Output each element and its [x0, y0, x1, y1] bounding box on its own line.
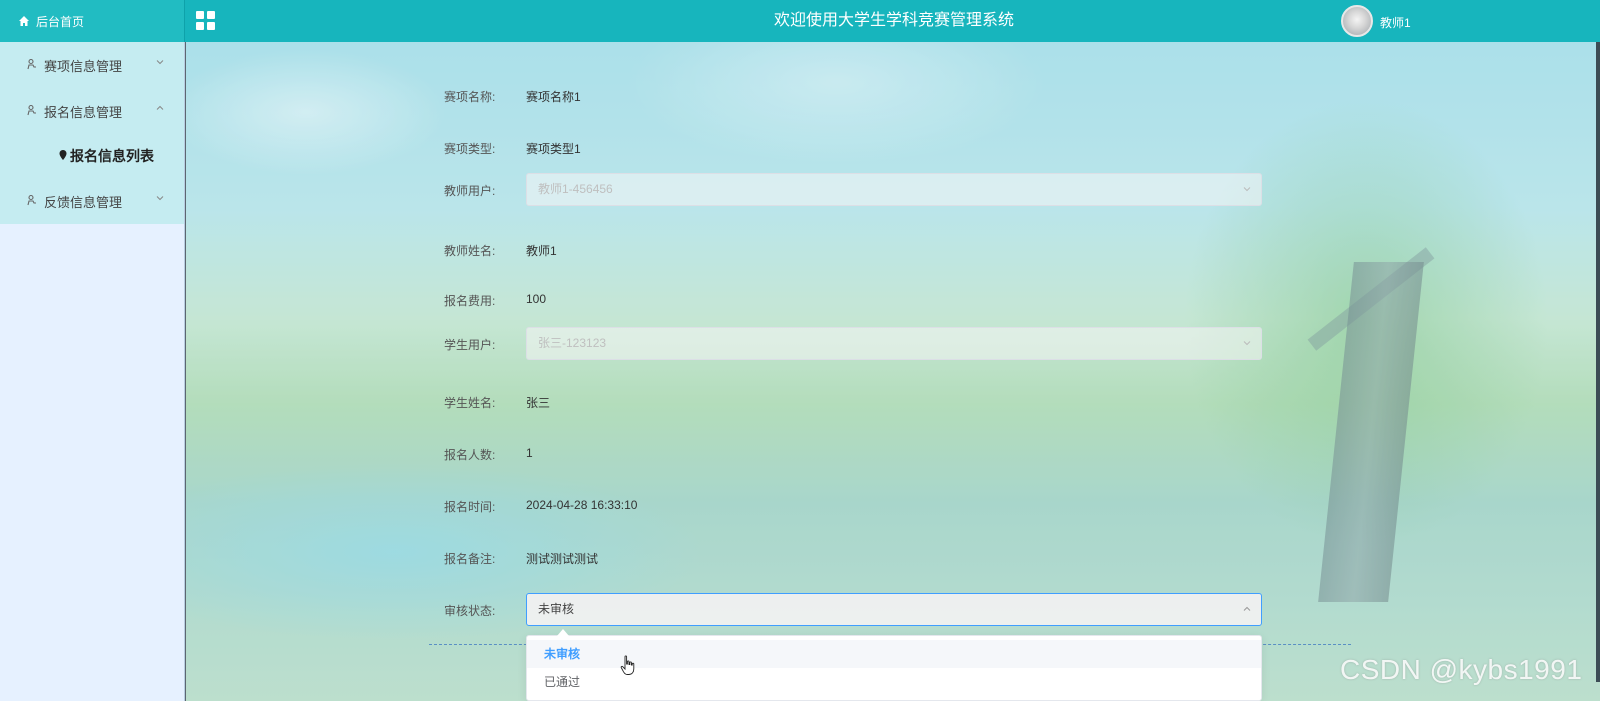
student-user-select-value: 张三-123123	[538, 336, 607, 350]
sidebar-item-registration-info[interactable]: 报名信息管理	[0, 88, 184, 134]
review-status-select[interactable]: 未审核	[526, 593, 1262, 626]
registration-detail-form: 赛项名称: 赛项名称1 赛项类型: 赛项类型1 教师用户: 教师1-456456…	[186, 42, 1600, 701]
field-label: 报名备注:	[444, 552, 496, 566]
chevron-down-icon	[1243, 187, 1251, 192]
field-label: 学生姓名:	[444, 396, 496, 410]
main-content: 赛项名称: 赛项名称1 赛项类型: 赛项类型1 教师用户: 教师1-456456…	[186, 42, 1600, 701]
user-icon	[26, 194, 38, 209]
form-row-review-status: 审核状态: 未审核	[186, 593, 1600, 627]
sidebar-item-label: 反馈信息管理	[44, 194, 123, 210]
sidebar-item-contest-info[interactable]: 赛项信息管理	[0, 42, 184, 88]
form-row-fee: 报名费用: 100	[186, 283, 1600, 317]
review-status-dropdown: 未审核 已通过	[526, 629, 1262, 701]
field-label: 报名人数:	[444, 448, 496, 462]
student-name-value: 张三	[526, 396, 551, 410]
sidebar-item-label: 赛项信息管理	[44, 58, 123, 74]
student-user-select[interactable]: 张三-123123	[526, 327, 1262, 360]
field-label: 学生用户:	[444, 338, 496, 352]
sidebar-subitem-label: 报名信息列表	[70, 148, 154, 164]
avatar[interactable]	[1341, 5, 1373, 37]
sidebar-item-feedback-info[interactable]: 反馈信息管理	[0, 178, 184, 224]
chevron-down-icon	[156, 60, 164, 65]
form-row-contest-name: 赛项名称: 赛项名称1	[186, 79, 1600, 113]
field-label: 赛项名称:	[444, 90, 496, 104]
count-value: 1	[526, 446, 533, 460]
form-row-remark: 报名备注: 测试测试测试	[186, 541, 1600, 575]
fee-value: 100	[526, 292, 547, 306]
form-row-teacher-name: 教师姓名: 教师1	[186, 233, 1600, 267]
review-status-select-value: 未审核	[538, 602, 575, 616]
sidebar-menu: 赛项信息管理 报名信息管理 报名信息列表 反馈信息管理	[0, 42, 184, 224]
form-row-student-name: 学生姓名: 张三	[186, 385, 1600, 419]
field-label: 教师姓名:	[444, 244, 496, 258]
hand-cursor-icon	[620, 655, 635, 675]
pin-icon	[58, 149, 68, 164]
user-icon	[26, 58, 38, 73]
watermark: CSDN @kybs1991	[1340, 654, 1583, 685]
contest-name-value: 赛项名称1	[526, 90, 581, 104]
top-bar: 后台首页 欢迎使用大学生学科竞赛管理系统 教师1	[0, 0, 1600, 42]
chevron-up-icon	[1243, 606, 1251, 611]
teacher-name-value: 教师1	[526, 244, 557, 258]
form-row-teacher-user: 教师用户: 教师1-456456	[186, 173, 1600, 207]
teacher-user-select[interactable]: 教师1-456456	[526, 173, 1262, 206]
field-label: 教师用户:	[444, 184, 496, 198]
contest-type-value: 赛项类型1	[526, 142, 581, 156]
remark-value: 测试测试测试	[526, 552, 599, 566]
field-label: 报名时间:	[444, 500, 496, 514]
field-label: 报名费用:	[444, 294, 496, 308]
chevron-down-icon	[1243, 341, 1251, 346]
username[interactable]: 教师1	[1380, 14, 1411, 31]
form-row-time: 报名时间: 2024-04-28 16:33:10	[186, 489, 1600, 523]
sidebar: 赛项信息管理 报名信息管理 报名信息列表 反馈信息管理	[0, 42, 185, 701]
user-icon	[26, 104, 38, 119]
chevron-down-icon	[156, 196, 164, 201]
dropdown-option-pending[interactable]: 未审核	[527, 640, 1261, 668]
field-label: 审核状态:	[444, 604, 496, 618]
sidebar-subitem-registration-list[interactable]: 报名信息列表	[0, 134, 184, 178]
page-title: 欢迎使用大学生学科竞赛管理系统	[773, 12, 1014, 29]
form-row-contest-type: 赛项类型: 赛项类型1	[186, 131, 1600, 165]
dropdown-option-approved[interactable]: 已通过	[527, 668, 1261, 696]
form-row-student-user: 学生用户: 张三-123123	[186, 327, 1600, 361]
sidebar-item-label: 报名信息管理	[44, 104, 123, 120]
field-label: 赛项类型:	[444, 142, 496, 156]
teacher-user-select-value: 教师1-456456	[538, 182, 613, 196]
time-value: 2024-04-28 16:33:10	[526, 498, 638, 512]
chevron-up-icon	[156, 105, 164, 110]
form-row-count: 报名人数: 1	[186, 437, 1600, 471]
